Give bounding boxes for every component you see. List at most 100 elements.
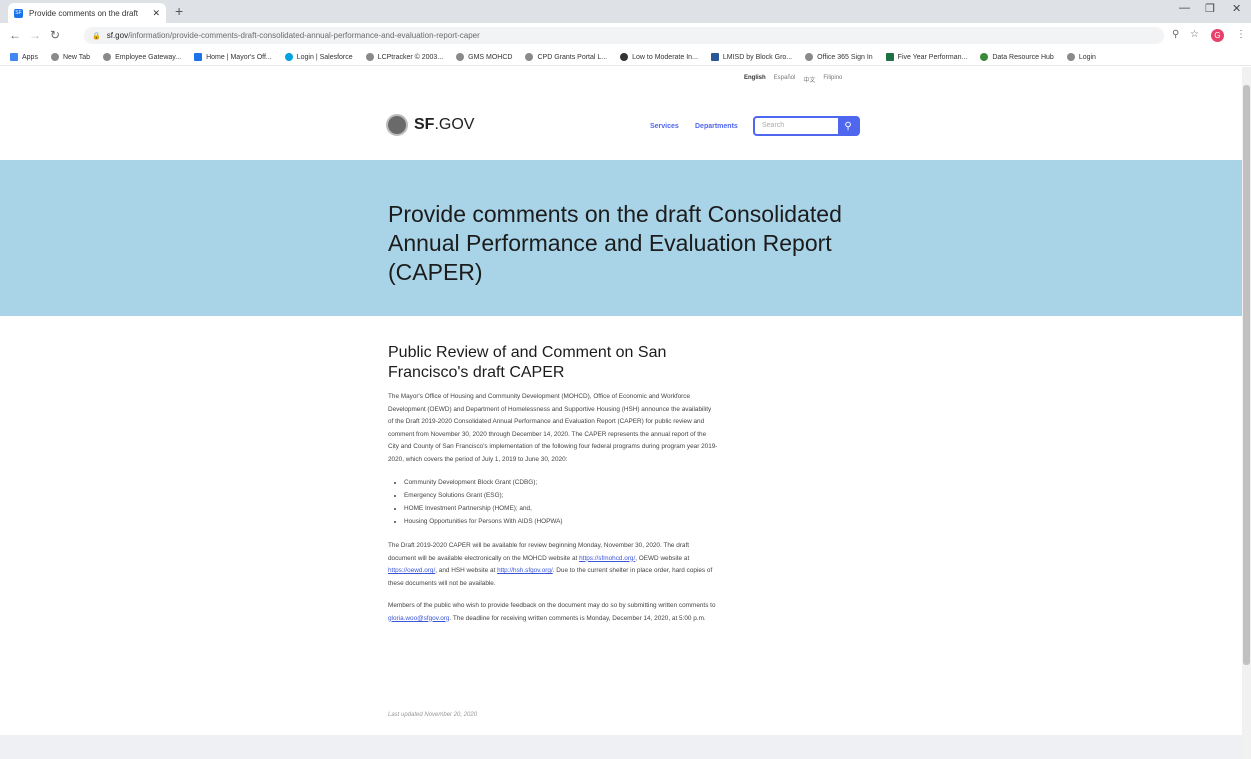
text-segment: , and HSH website at [435,567,498,574]
sfgov-favicon-icon: SF [14,8,23,18]
new-tab-icon[interactable]: + [175,3,183,19]
search-input[interactable]: Search [762,122,784,129]
bookmark-item[interactable]: Login [1066,53,1096,61]
bookmark-label: Five Year Performan... [897,53,968,61]
menu-kebab-icon[interactable]: ⋮ [1236,29,1246,40]
bookmark-item[interactable]: New Tab [50,53,91,61]
bookmark-label: New Tab [62,53,91,61]
intro-paragraph: The Mayor's Office of Housing and Commun… [388,393,718,463]
lang-english[interactable]: English [744,75,766,84]
bookmark-label: Home | Mayor's Off... [206,53,272,61]
bookmark-item[interactable]: Low to Moderate In... [620,53,698,61]
bookmark-apps[interactable]: Apps [10,53,38,61]
forward-arrow-icon[interactable]: → [29,28,41,42]
program-list: Community Development Block Grant (CDBG)… [388,476,718,528]
logo-rest: .GOV [434,116,475,133]
bookmark-item[interactable]: Employee Gateway... [103,53,181,61]
excel-icon [885,53,894,61]
language-switcher: English Español 中文 Filipino [744,75,842,84]
bookmark-label: GMS MOHCD [468,53,513,61]
bookmark-item[interactable]: Office 365 Sign In [805,53,873,61]
text-segment: , OEWD website at [635,554,690,562]
list-item: HOME Investment Partnership (HOME); and, [404,502,718,515]
search-icon: ⚲ [844,120,852,132]
nav-services[interactable]: Services [650,123,679,130]
zoom-icon[interactable]: ⚲ [1172,29,1179,40]
bookmark-label: CPD Grants Portal L... [537,53,608,61]
bookmark-label: LMISD by Block Gro... [722,53,793,61]
list-item: Community Development Block Grant (CDBG)… [404,476,718,489]
globe-icon [50,53,59,61]
address-bar[interactable]: 🔒 sf.gov /information/provide-comments-d… [84,27,1164,44]
availability-paragraph: The Draft 2019-2020 CAPER will be availa… [388,540,718,590]
reload-icon[interactable]: ↻ [50,28,60,42]
bookmark-label: Login [1078,53,1096,61]
report-icon [710,53,719,61]
tab-title: Provide comments on the draft [29,8,138,18]
bookmarks-bar: Apps New Tab Employee Gateway... Home | … [0,49,1251,66]
logo-bold: SF [414,116,435,133]
globe-icon [525,53,534,61]
sfgov-logo[interactable]: SF.GOV [386,114,474,136]
bookmark-label: Employee Gateway... [115,53,182,61]
close-tab-icon[interactable]: ✕ [152,8,160,19]
bookmark-item[interactable]: Login | Salesforce [284,53,353,61]
email-link[interactable]: gloria.woo@sfgov.org [388,615,449,622]
bookmark-label: LCPtracker © 2003... [377,53,444,61]
apps-grid-icon [10,53,18,61]
scrollbar[interactable] [1242,67,1251,759]
hsh-link[interactable]: http://hsh.sfgov.org/ [497,567,553,574]
browser-toolbar: ← → ↻ 🔒 sf.gov /information/provide-comm… [0,23,1251,50]
nav-departments[interactable]: Departments [695,123,738,130]
bookmark-label: Office 365 Sign In [817,53,873,61]
sfgov-favicon-icon [194,53,203,61]
bookmark-star-icon[interactable]: ☆ [1190,29,1199,40]
back-arrow-icon[interactable]: ← [9,28,21,42]
city-seal-icon [386,114,408,136]
bookmark-item[interactable]: Home | Mayor's Off... [194,53,272,61]
bookmark-item[interactable]: LMISD by Block Gro... [710,53,793,61]
globe-icon [805,53,814,61]
bookmark-item[interactable]: CPD Grants Portal L... [525,53,607,61]
bookmark-label: Data Resource Hub [992,53,1054,61]
data-hub-icon [980,53,989,61]
profile-avatar[interactable]: G [1211,29,1224,42]
bookmark-label: Apps [22,53,38,61]
restore-icon[interactable]: ❐ [1205,2,1215,15]
section-heading: Public Review of and Comment on San Fran… [388,344,667,381]
lock-icon: 🔒 [92,32,101,40]
search-button[interactable]: ⚲ [838,118,858,134]
lang-chinese[interactable]: 中文 [803,75,815,84]
globe-icon [365,53,374,61]
text-segment: Members of the public who wish to provid… [388,602,716,609]
bookmark-item[interactable]: GMS MOHCD [456,53,512,61]
lang-filipino[interactable]: Filipino [823,75,842,84]
url-domain: sf.gov [106,31,129,40]
window-close-icon[interactable]: ✕ [1232,2,1241,15]
tab-strip: SF Provide comments on the draft ✕ + — ❐… [0,0,1251,23]
list-item: Emergency Solutions Grant (ESG); [404,489,718,502]
bookmark-item[interactable]: LCPtracker © 2003... [365,53,444,61]
bookmark-item[interactable]: Data Resource Hub [980,53,1054,61]
scrollbar-thumb[interactable] [1243,85,1250,665]
feedback-paragraph: Members of the public who wish to provid… [388,600,718,625]
list-item: Housing Opportunities for Persons With A… [404,515,718,528]
globe-icon [103,53,112,61]
hud-seal-icon [620,53,629,61]
browser-tab[interactable]: SF Provide comments on the draft ✕ [8,3,166,23]
bookmark-label: Low to Moderate In... [632,53,698,61]
globe-icon [456,53,465,61]
main-content: Public Review of and Comment on San Fran… [388,343,718,635]
url-path: /information/provide-comments-draft-cons… [128,31,480,40]
text-segment: . The deadline for receiving written com… [449,614,706,622]
oewd-link[interactable]: https://oewd.org/ [388,567,435,574]
search-box[interactable]: Search ⚲ [753,116,860,136]
hero-banner: Provide comments on the draft Consolidat… [0,160,1242,316]
mohcd-link[interactable]: https://sfmohcd.org/ [579,555,635,562]
lang-spanish[interactable]: Español [774,75,796,84]
globe-icon [1066,53,1075,61]
bookmark-label: Login | Salesforce [296,53,353,61]
last-updated: Last updated November 20, 2020 [388,712,478,718]
bookmark-item[interactable]: Five Year Performan... [885,53,968,61]
minimize-icon[interactable]: — [1179,2,1190,14]
